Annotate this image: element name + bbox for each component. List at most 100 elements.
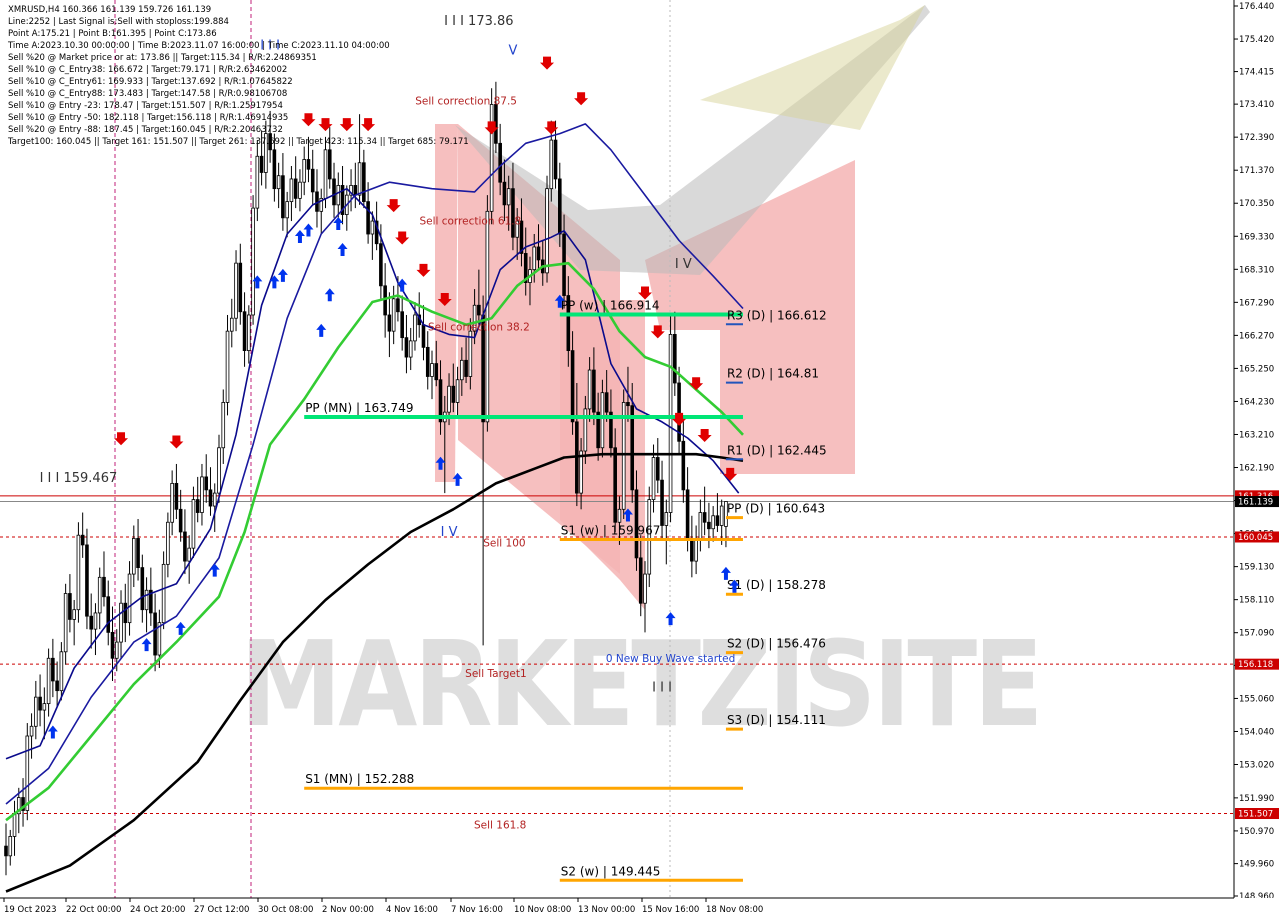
candle-body — [383, 285, 387, 316]
candle-body — [690, 538, 694, 562]
candle-body — [549, 139, 554, 190]
candle-body — [119, 602, 123, 643]
candle-body — [85, 544, 89, 617]
candle-body — [626, 402, 630, 407]
candle-body — [191, 499, 196, 549]
candle-body — [242, 311, 247, 351]
time-axis[interactable] — [0, 898, 1280, 920]
candle-body — [400, 311, 404, 339]
candle-body — [702, 512, 707, 523]
chart-annotation: I I I 173.86 — [444, 14, 513, 29]
info-line: Target100: 160.045 || Target 161: 151.50… — [7, 137, 469, 147]
candle-body — [310, 168, 315, 193]
info-line: Sell %10 @ Entry -50: 182.118 | Target:1… — [8, 113, 288, 123]
time-tick-label: 15 Nov 16:00 — [642, 905, 699, 915]
candle-body — [715, 515, 720, 526]
chart-annotation: Sell correction 87.5 — [415, 95, 517, 107]
price-tick-label: 155.060 — [1239, 694, 1274, 704]
candle-body — [617, 508, 622, 523]
candle-body — [161, 563, 166, 624]
candle-body — [387, 314, 392, 332]
pivot-level-label: S2 (w) | 149.445 — [561, 864, 661, 878]
candle-body — [613, 447, 617, 523]
price-tick-label: 167.290 — [1239, 298, 1274, 308]
candle-body — [281, 175, 285, 219]
candle-body — [110, 631, 115, 659]
candle-body — [570, 350, 575, 423]
candle-body — [302, 159, 306, 183]
time-tick-label: 19 Oct 2023 — [4, 905, 57, 915]
pivot-level-label: S1 (D) | 158.278 — [727, 578, 826, 592]
candle-body — [247, 314, 251, 351]
chart-annotation: Sell correction 38.2 — [428, 322, 530, 334]
candle-body — [200, 476, 204, 513]
price-tick-label: 153.020 — [1239, 761, 1274, 771]
candle-body — [106, 596, 111, 633]
candle-body — [434, 363, 439, 381]
time-tick-label: 4 Nov 16:00 — [386, 905, 438, 915]
price-tick-label: 149.960 — [1239, 860, 1274, 870]
candle-body — [12, 813, 17, 837]
pivot-level-label: R3 (D) | 166.612 — [727, 308, 827, 322]
candle-body — [332, 178, 336, 206]
candle-body — [673, 334, 677, 384]
candle-body — [357, 162, 362, 196]
time-tick-label: 13 Nov 00:00 — [578, 905, 635, 915]
candle-body — [59, 651, 64, 692]
candle-body — [408, 340, 413, 358]
candle-body — [506, 188, 511, 206]
candle-body — [545, 188, 549, 274]
price-tag-label: 160.045 — [1238, 533, 1273, 543]
info-line: Sell %10 @ C_Entry88: 173.483 | Target:1… — [8, 89, 287, 99]
candle-body — [4, 845, 8, 857]
price-tag-label: 161.139 — [1238, 498, 1273, 508]
info-line: Sell %10 @ C_Entry61: 169.933 | Target:1… — [8, 77, 293, 87]
pivot-level-label: S1 (w) | 159.967 — [561, 524, 661, 538]
pivot-level-label: R2 (D) | 164.81 — [727, 367, 819, 381]
price-tick-label: 154.040 — [1239, 727, 1274, 737]
candle-body — [477, 304, 481, 316]
candle-body — [604, 392, 609, 413]
candle-body — [558, 178, 562, 235]
price-tick-label: 171.370 — [1239, 166, 1274, 176]
time-tick-label: 2 Nov 00:00 — [322, 905, 374, 915]
candle-body — [221, 402, 226, 449]
candle-body — [711, 515, 715, 530]
candle-body — [174, 482, 179, 510]
time-tick-label: 22 Oct 00:00 — [66, 905, 121, 915]
candle-body — [42, 703, 47, 711]
candle-body — [323, 149, 328, 199]
candle-body — [460, 359, 464, 381]
candle-body — [238, 262, 243, 313]
candle-body — [131, 538, 136, 575]
candle-body — [707, 521, 711, 530]
pivot-level-label: PP (D) | 160.643 — [727, 502, 825, 516]
candle-body — [353, 185, 358, 196]
info-line: Line:2252 | Last Signal is:Sell with sto… — [8, 17, 229, 27]
candle-body — [413, 314, 417, 342]
candle-body — [289, 178, 294, 203]
candle-body — [502, 181, 507, 206]
candle-body — [183, 531, 187, 562]
candlestick-chart[interactable]: MARKETZISITE PP (MN) | 163.749 S1 (MN) | … — [0, 0, 1280, 920]
candle-body — [668, 334, 673, 513]
candle-body — [698, 512, 703, 539]
time-tick-label: 24 Oct 20:00 — [130, 905, 185, 915]
chart-annotation: Sell 161.8 — [474, 819, 526, 831]
candle-body — [89, 615, 94, 630]
info-line: Time A:2023.10.30 00:00:00 | Time B:2023… — [7, 41, 390, 51]
time-tick-label: 18 Nov 08:00 — [706, 905, 763, 915]
candle-body — [114, 641, 119, 659]
chart-root: MARKETZISITE PP (MN) | 163.749 S1 (MN) | … — [0, 0, 1280, 920]
time-tick-label: 27 Oct 12:00 — [194, 905, 249, 915]
info-line: Sell %20 @ Entry -88: 187.45 | Target:16… — [8, 125, 283, 135]
candle-body — [178, 508, 183, 533]
info-line: XMRUSD,H4 160.366 161.139 159.726 161.13… — [8, 5, 211, 15]
price-tick-label: 151.990 — [1239, 794, 1274, 804]
price-tick-label: 174.415 — [1239, 68, 1274, 78]
candle-body — [655, 457, 660, 481]
candle-body — [229, 317, 234, 332]
candle-body — [140, 567, 145, 611]
time-tick-label: 10 Nov 08:00 — [514, 905, 571, 915]
candle-body — [511, 188, 515, 238]
